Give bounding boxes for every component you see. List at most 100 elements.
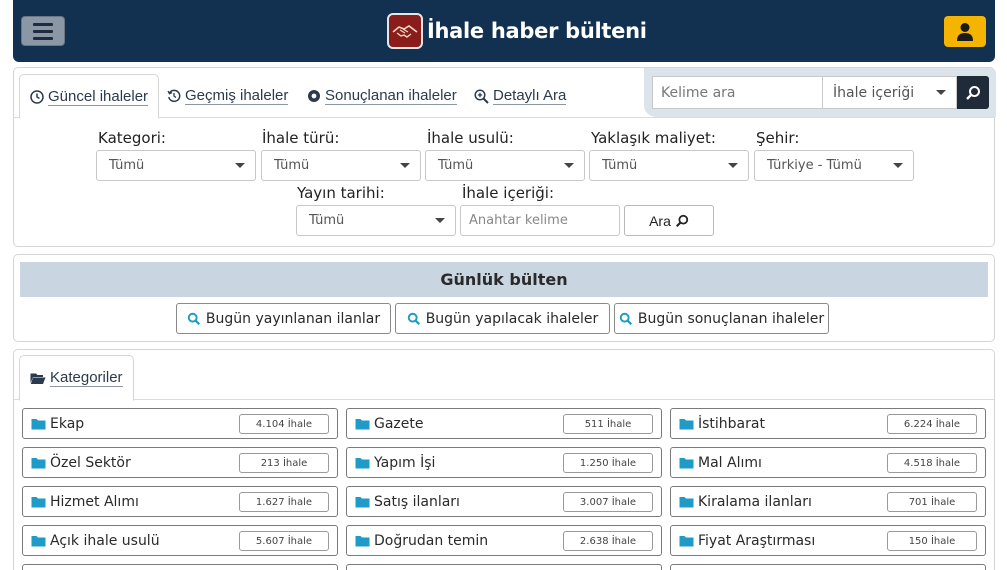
filter-search-button[interactable]: Ara xyxy=(624,205,714,236)
tab-sonuclanan-ihaleler[interactable]: Sonuçlanan ihaleler xyxy=(307,74,457,118)
category-count-badge: 3.007 İhale xyxy=(563,492,653,512)
category-name: Doğrudan temin xyxy=(374,532,489,549)
category-item[interactable]: Doğrudan temin 2.638 İhale xyxy=(346,525,662,556)
user-icon xyxy=(957,22,973,41)
bugun-yayinlanan-button[interactable]: Bugün yayınlanan ilanlar xyxy=(176,303,391,334)
category-count-badge: 5.607 İhale xyxy=(239,531,329,551)
categories-tabbar: Kategoriler xyxy=(14,350,994,401)
hamburger-menu-icon xyxy=(33,22,53,26)
bugun-yapilacak-button[interactable]: Bugün yapılacak ihaleler xyxy=(395,303,610,334)
yaklasik-maliyet-label: Yaklaşık maliyet: xyxy=(591,129,716,147)
top-navbar: İhale haber bülteni xyxy=(13,0,995,62)
folder-icon xyxy=(679,496,694,507)
chevron-down-icon xyxy=(564,163,574,168)
handshake-logo-icon xyxy=(387,13,423,49)
category-count-badge: 150 İhale xyxy=(887,531,977,551)
bugun-sonuclanan-button[interactable]: Bugün sonuçlanan ihaleler xyxy=(614,303,829,334)
ihale-usulu-label: İhale usulü: xyxy=(427,129,514,147)
category-count-badge: 2.638 İhale xyxy=(563,531,653,551)
yaklasik-maliyet-select[interactable]: Tümü xyxy=(589,150,749,181)
kategori-select[interactable]: Tümü xyxy=(96,150,256,181)
category-item[interactable] xyxy=(670,564,986,570)
folder-icon xyxy=(679,535,694,546)
category-item[interactable]: Açık ihale usulü 5.607 İhale xyxy=(22,525,338,556)
folder-icon xyxy=(355,496,370,507)
zoom-in-icon xyxy=(474,88,489,104)
category-item[interactable]: Ekap 4.104 İhale xyxy=(22,408,338,439)
chevron-down-icon xyxy=(893,163,903,168)
folder-icon xyxy=(355,535,370,546)
chevron-down-icon xyxy=(728,163,738,168)
chevron-down-icon xyxy=(435,218,445,223)
folder-open-icon xyxy=(30,373,46,384)
category-item[interactable]: Hizmet Alımı 1.627 İhale xyxy=(22,486,338,517)
tab-kategoriler[interactable]: Kategoriler xyxy=(19,355,134,401)
category-name: Kiralama ilanları xyxy=(698,493,812,510)
category-name: Gazete xyxy=(374,415,424,432)
category-count-badge: 213 İhale xyxy=(239,453,329,473)
search-icon xyxy=(187,312,200,325)
ihale-usulu-select[interactable]: Tümü xyxy=(425,150,585,181)
category-count-badge: 1.627 İhale xyxy=(239,492,329,512)
folder-icon xyxy=(31,496,46,507)
category-item[interactable]: Gazete 511 İhale xyxy=(346,408,662,439)
search-icon xyxy=(407,312,420,325)
category-name: Fiyat Araştırması xyxy=(698,532,816,549)
category-name: Özel Sektör xyxy=(50,454,131,471)
category-count-badge: 1.250 İhale xyxy=(563,453,653,473)
category-count-badge: 4.518 İhale xyxy=(887,453,977,473)
category-name: Mal Alımı xyxy=(698,454,762,471)
clock-icon xyxy=(30,89,44,104)
ihale-turu-label: İhale türü: xyxy=(262,129,340,147)
category-item[interactable]: Fiyat Araştırması 150 İhale xyxy=(670,525,986,556)
tab-guncel-ihaleler[interactable]: Güncel ihaleler xyxy=(19,74,160,119)
yayin-tarihi-select[interactable]: Tümü xyxy=(296,205,456,236)
quick-search-box: Kelime ara İhale içeriği xyxy=(644,68,996,117)
ihale-icerigi-label: İhale içeriği: xyxy=(462,184,555,202)
folder-icon xyxy=(679,457,694,468)
folder-icon xyxy=(679,418,694,429)
ihale-turu-select[interactable]: Tümü xyxy=(261,150,421,181)
category-count-badge: 4.104 İhale xyxy=(239,414,329,434)
search-icon xyxy=(966,85,980,100)
bulletin-title: Günlük bülten xyxy=(20,262,988,297)
yayin-tarihi-label: Yayın tarihi: xyxy=(297,184,385,202)
tab-detayli-ara[interactable]: Detaylı Ara xyxy=(474,74,567,118)
daily-bulletin-panel: Günlük bülten Bugün yayınlanan ilanlar B… xyxy=(13,254,995,342)
search-panel: Güncel ihaleler Geçmiş ihaleler Sonuçlan… xyxy=(13,67,996,247)
tab-gecmis-ihaleler[interactable]: Geçmiş ihaleler xyxy=(167,74,289,118)
chevron-down-icon xyxy=(235,163,245,168)
category-item[interactable] xyxy=(22,564,338,570)
menu-button[interactable] xyxy=(21,16,65,46)
category-name: Yapım İşi xyxy=(374,454,436,471)
category-count-badge: 701 İhale xyxy=(887,492,977,512)
quick-search-button[interactable] xyxy=(957,76,989,109)
category-count-badge: 511 İhale xyxy=(563,414,653,434)
sehir-select[interactable]: Türkiye - Tümü xyxy=(754,150,914,181)
folder-icon xyxy=(31,535,46,546)
search-icon xyxy=(619,312,632,325)
category-name: Ekap xyxy=(50,415,85,432)
chevron-down-icon xyxy=(936,90,946,95)
keyword-search-input[interactable]: Kelime ara xyxy=(652,76,822,109)
category-item[interactable]: Kiralama ilanları 701 İhale xyxy=(670,486,986,517)
category-item[interactable]: Yapım İşi 1.250 İhale xyxy=(346,447,662,478)
category-item[interactable]: Mal Alımı 4.518 İhale xyxy=(670,447,986,478)
ihale-icerigi-input[interactable]: Anahtar kelime xyxy=(460,205,620,236)
kategori-label: Kategori: xyxy=(98,129,166,147)
chevron-down-icon xyxy=(400,163,410,168)
category-item[interactable]: Satış ilanları 3.007 İhale xyxy=(346,486,662,517)
search-icon xyxy=(675,214,689,227)
folder-icon xyxy=(31,457,46,468)
folder-icon xyxy=(31,418,46,429)
category-count-badge: 6.224 İhale xyxy=(887,414,977,434)
user-account-button[interactable] xyxy=(944,16,986,47)
folder-icon xyxy=(355,418,370,429)
category-item[interactable] xyxy=(346,564,662,570)
category-item[interactable]: İstihbarat 6.224 İhale xyxy=(670,408,986,439)
search-scope-select[interactable]: İhale içeriği xyxy=(822,76,957,109)
brand[interactable]: İhale haber bülteni xyxy=(387,13,647,49)
category-item[interactable]: Özel Sektör 213 İhale xyxy=(22,447,338,478)
sehir-label: Şehir: xyxy=(756,129,800,147)
categories-panel: Kategoriler Ekap 4.104 İhale Gazete 511 İha… xyxy=(13,349,995,570)
